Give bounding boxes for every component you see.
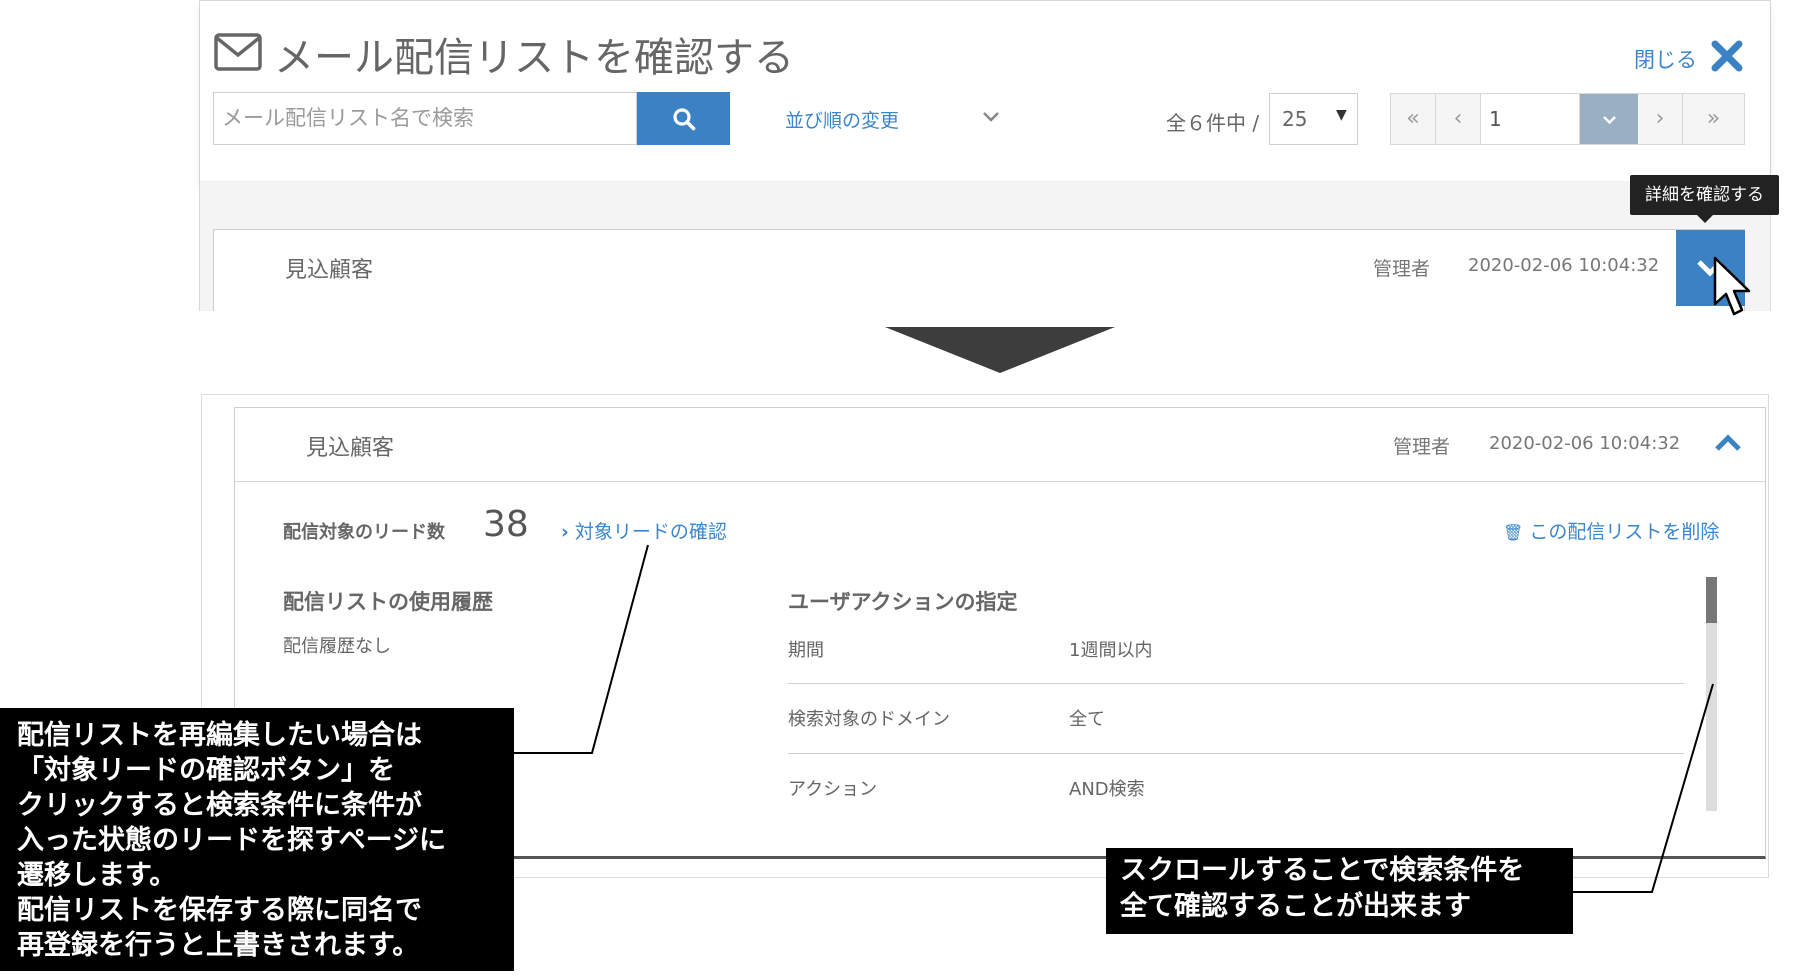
annotation-line: 再登録を行うと上書きされます。 — [17, 930, 420, 961]
mouse-cursor-icon — [1713, 256, 1751, 316]
annotation-line: クリックすると検索条件に条件が — [17, 790, 422, 821]
annotation-line: 配信リストを再編集したい場合は — [17, 720, 422, 751]
annotation-line: 遷移します。 — [17, 860, 177, 891]
tooltip: 詳細を確認する — [1630, 175, 1779, 215]
left-annotation: 配信リストを再編集したい場合は 「対象リードの確認ボタン」を クリックすると検索… — [0, 708, 514, 971]
annotation-line: 全て確認することが出来ます — [1120, 891, 1471, 922]
right-annotation: スクロールすることで検索条件を 全て確認することが出来ます — [1106, 848, 1573, 934]
annotation-line: 入った状態のリードを探すページに — [17, 825, 447, 856]
annotation-line: 配信リストを保存する際に同名で — [17, 895, 422, 926]
annotation-line: スクロールすることで検索条件を — [1120, 855, 1525, 886]
annotation-line: 「対象リードの確認ボタン」を — [17, 755, 395, 786]
tooltip-arrow — [1696, 214, 1714, 223]
